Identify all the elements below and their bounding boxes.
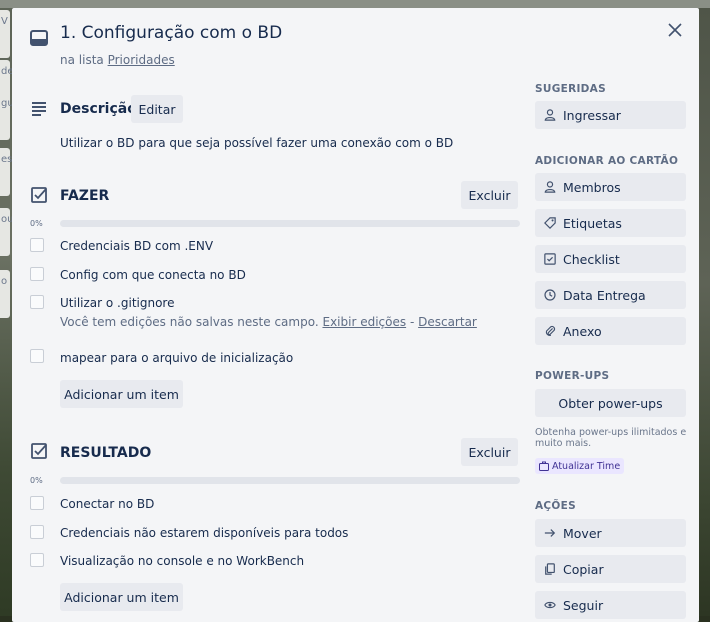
suggested-heading: SUGERIDAS [535, 83, 606, 95]
follow-button[interactable]: Seguir [535, 591, 686, 619]
checklist-item[interactable]: Utilizar o .gitignore [60, 296, 174, 310]
upgrade-label: Atualizar Time [552, 460, 621, 472]
board-card-fragment[interactable]: gu [0, 92, 14, 140]
card-icon [30, 30, 48, 46]
labels-button[interactable]: Etiquetas [535, 209, 686, 237]
checklist-item[interactable]: Visualização no console e no WorkBench [60, 554, 304, 568]
board-card-fragment[interactable]: V [0, 10, 10, 58]
copy-button[interactable]: Copiar [535, 555, 686, 583]
add-item-button[interactable]: Adicionar um item [60, 583, 183, 611]
description-text[interactable]: Utilizar o BD para que seja possível faz… [60, 136, 453, 150]
view-edits-link[interactable]: Exibir edições [322, 315, 406, 329]
join-button[interactable]: Ingressar [535, 101, 686, 129]
checklist-item[interactable]: mapear para o arquivo de inicialização [60, 351, 293, 365]
add-item-button[interactable]: Adicionar um item [60, 380, 183, 408]
item-checkbox[interactable] [30, 349, 44, 363]
edit-description-button[interactable]: Editar [131, 95, 183, 123]
powerups-note: Obtenha power-ups ilimitados e muito mai… [535, 427, 687, 449]
checklist-title-resultado[interactable]: RESULTADO [60, 445, 151, 461]
description-icon [32, 102, 46, 116]
eye-icon [543, 598, 557, 612]
board-card-fragment[interactable]: ou [0, 208, 13, 256]
unsaved-separator: - [409, 315, 415, 329]
item-checkbox[interactable] [30, 525, 44, 539]
paperclip-icon [543, 324, 557, 338]
checklist-label: Checklist [563, 251, 620, 267]
board-right-edge [698, 8, 710, 622]
unsaved-edits-notice: Você tem edições não salvas neste campo.… [60, 315, 477, 329]
add-to-card-heading: ADICIONAR AO CARTÃO [535, 155, 679, 167]
close-icon [668, 23, 682, 37]
delete-checklist-button[interactable]: Excluir [461, 438, 518, 466]
checklist-item[interactable]: Credenciais não estarem disponíveis para… [60, 526, 348, 540]
checklist-button[interactable]: Checklist [535, 245, 686, 273]
checklist-icon [31, 443, 47, 459]
item-checkbox[interactable] [30, 267, 44, 281]
clock-icon [543, 288, 557, 302]
list-location: na lista Prioridades [60, 53, 175, 67]
discard-link[interactable]: Descartar [418, 315, 477, 329]
person-icon [543, 108, 557, 122]
copy-label: Copiar [563, 561, 604, 577]
due-date-button[interactable]: Data Entrega [535, 281, 686, 309]
item-checkbox[interactable] [30, 295, 44, 309]
attachment-button[interactable]: Anexo [535, 317, 686, 345]
follow-label: Seguir [563, 597, 604, 613]
board-left-edge: V de gu es ou o [0, 8, 14, 622]
board-card-fragment[interactable]: o [0, 270, 10, 318]
tag-icon [543, 216, 557, 230]
members-button[interactable]: Membros [535, 173, 686, 201]
briefcase-icon [539, 461, 549, 471]
labels-label: Etiquetas [563, 215, 622, 231]
progress-bar [60, 477, 520, 484]
arrow-right-icon [543, 526, 557, 540]
progress-percent: 0% [30, 219, 43, 228]
progress-percent: 0% [30, 476, 43, 485]
item-checkbox[interactable] [30, 553, 44, 567]
person-icon [543, 180, 557, 194]
actions-heading: AÇÕES [535, 500, 576, 512]
card-detail-modal: 1. Configuração com o BD na lista Priori… [12, 8, 699, 622]
close-button[interactable] [661, 16, 689, 44]
unsaved-text: Você tem edições não salvas neste campo. [60, 315, 319, 329]
move-button[interactable]: Mover [535, 519, 686, 547]
checklist-icon [31, 187, 47, 203]
item-checkbox[interactable] [30, 238, 44, 252]
list-prefix: na lista [60, 53, 104, 67]
copy-icon [543, 562, 557, 576]
progress-bar [60, 220, 520, 227]
checklist-item[interactable]: Credenciais BD com .ENV [60, 239, 213, 253]
due-date-label: Data Entrega [563, 287, 646, 303]
attachment-label: Anexo [563, 323, 602, 339]
checklist-icon [543, 252, 557, 266]
checklist-item[interactable]: Conectar no BD [60, 497, 154, 511]
board-card-fragment[interactable]: es [0, 148, 12, 196]
card-title[interactable]: 1. Configuração com o BD [60, 23, 282, 43]
upgrade-team-button[interactable]: Atualizar Time [535, 458, 625, 474]
get-powerups-button[interactable]: Obter power-ups [535, 389, 686, 417]
delete-checklist-button[interactable]: Excluir [461, 181, 518, 209]
members-label: Membros [563, 179, 621, 195]
list-link[interactable]: Prioridades [108, 53, 175, 67]
move-label: Mover [563, 525, 602, 541]
checklist-item[interactable]: Config com que conecta no BD [60, 268, 246, 282]
board-header-strip [0, 0, 710, 8]
description-heading: Descrição [60, 101, 137, 117]
checklist-title-fazer[interactable]: FAZER [60, 188, 109, 204]
item-checkbox[interactable] [30, 496, 44, 510]
join-label: Ingressar [563, 107, 621, 123]
powerups-heading: POWER-UPS [535, 370, 610, 382]
